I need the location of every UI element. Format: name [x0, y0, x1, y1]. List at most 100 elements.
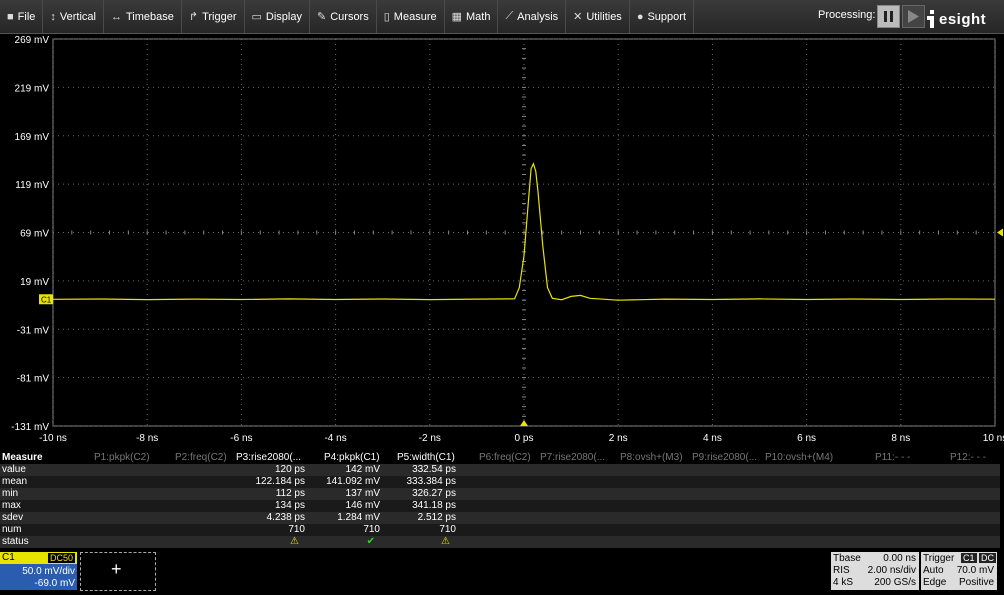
menu-math[interactable]: ▦ Math [445, 0, 499, 33]
trigger-coupling: DC [979, 553, 996, 563]
measure-param-p7[interactable]: P7:rise2080(... [540, 452, 605, 464]
add-trace-button[interactable]: + [80, 552, 156, 591]
measure-row-value: value 120 ps 142 mV 332.54 ps [0, 464, 1000, 476]
menu-label: Cursors [330, 10, 369, 23]
measure-table: Measure P1:pkpk(C2) P2:freq(C2) P3:rise2… [0, 452, 1000, 552]
x-tick-label: -2 ns [419, 433, 441, 444]
pause-icon [884, 11, 887, 22]
measure-param-p8[interactable]: P8:ovsh+(M3) [620, 452, 683, 464]
trigger-descriptor[interactable]: Trigger C1 DC Auto 70.0 mV Edge Positive [921, 552, 997, 590]
measure-param-p9[interactable]: P9:rise2080(... [692, 452, 757, 464]
channel-vdiv: 50.0 mV/div [22, 566, 75, 577]
menu-trigger[interactable]: ↱ Trigger [182, 0, 245, 33]
trigger-title: Trigger [923, 553, 955, 564]
measure-cell-p3: 134 ps [274, 500, 305, 511]
menu-label: Utilities [586, 10, 622, 23]
menu-label: Trigger [202, 10, 237, 23]
play-button[interactable] [902, 5, 925, 28]
menu-timebase[interactable]: ↔ Timebase [104, 0, 182, 33]
menu-label: Display [265, 10, 302, 23]
measure-cell-p5: ⚠ [441, 536, 450, 547]
menu-cursors[interactable]: ✎ Cursors [310, 0, 377, 33]
measure-header-row: Measure P1:pkpk(C2) P2:freq(C2) P3:rise2… [0, 452, 1000, 464]
measure-row-num: num 710 710 710 [0, 524, 1000, 536]
add-icon: + [111, 559, 122, 579]
menu-label: File [17, 10, 36, 23]
x-tick-label: 6 ns [797, 433, 816, 444]
menu-label: Timebase [125, 10, 174, 23]
trigger-level-marker [997, 228, 1003, 237]
timebase-descriptor[interactable]: Tbase 0.00 ns RIS 2.00 ns/div 4 kS 200 G… [831, 552, 919, 590]
y-tick-label: 169 mV [15, 132, 50, 143]
y-tick-label: 119 mV [15, 180, 49, 191]
measure-cell-p3: 120 ps [274, 464, 305, 475]
measure-param-p2[interactable]: P2:freq(C2) [175, 452, 227, 464]
measure-cell-p3: ⚠ [290, 536, 299, 547]
measure-cell-p5: 710 [439, 524, 456, 535]
measure-row-label: min [2, 488, 19, 499]
measure-cell-p4: 1.284 mV [337, 512, 380, 523]
measure-param-p3[interactable]: P3:rise2080(... [236, 452, 301, 464]
channel-c1-descriptor[interactable]: C1 DC50 50.0 mV/div -69.0 mV [0, 552, 77, 590]
measure-cell-p3: 112 ps [275, 488, 305, 499]
measure-param-p4[interactable]: P4:pkpk(C1) [324, 452, 380, 464]
measure-param-p1[interactable]: P1:pkpk(C2) [94, 452, 150, 464]
measure-row-sdev: sdev 4.238 ps 1.284 mV 2.512 ps [0, 512, 1000, 524]
timebase-samples: 4 kS [833, 577, 854, 588]
x-tick-label: 8 ns [891, 433, 910, 444]
channel-marker-label: C1 [41, 295, 52, 304]
measure-param-p11[interactable]: P11:- - - [875, 452, 910, 464]
x-tick-label: -6 ns [230, 433, 252, 444]
trigger-mode: Auto [923, 565, 944, 576]
measure-row-min: min 112 ps 137 mV 326.27 ps [0, 488, 1000, 500]
measure-param-p10[interactable]: P10:ovsh+(M4) [765, 452, 833, 464]
measure-cell-p4: 142 mV [345, 464, 380, 475]
trigger-type: Edge [923, 577, 947, 588]
menu-utilities[interactable]: ✕ Utilities [566, 0, 630, 33]
pause-button[interactable] [877, 5, 900, 28]
logo-text: esight [939, 11, 987, 28]
menu-measure[interactable]: ▯ Measure [377, 0, 445, 33]
measure-row-label: num [2, 524, 22, 535]
measure-row-label: value [2, 464, 26, 475]
menu-support[interactable]: ● Support [630, 0, 694, 33]
timebase-title: Tbase [833, 553, 861, 564]
menu-display[interactable]: ▭ Display [245, 0, 310, 33]
measure-cell-p4: 137 mV [345, 488, 380, 499]
measure-param-p12[interactable]: P12:- - - [950, 452, 986, 464]
trigger-channel: C1 [961, 553, 977, 563]
menu-bar: ■ File ↕ Vertical ↔ Timebase ↱ Trigger ▭ Display ✎… [0, 0, 1004, 34]
x-tick-label: 0 ps [515, 433, 534, 444]
menu-file[interactable]: ■ File [0, 0, 44, 33]
file-icon: ■ [7, 10, 14, 23]
y-tick-label: -31 mV [17, 325, 50, 336]
math-icon: ▦ [451, 11, 462, 23]
measure-cell-p4: 710 [363, 524, 380, 535]
y-tick-label: -131 mV [11, 422, 49, 433]
measure-param-p6[interactable]: P6:freq(C2) [479, 452, 531, 464]
x-tick-label: -10 ns [39, 433, 67, 444]
channel-offset: -69.0 mV [34, 578, 75, 589]
timebase-delay: 0.00 ns [883, 553, 916, 564]
channel-coupling: DC50 [47, 553, 75, 563]
trigger-slope: Positive [958, 577, 994, 588]
menu-analysis[interactable]: ⟋ Analysis [498, 0, 567, 33]
cursors-icon: ✎ [317, 11, 327, 23]
measure-row-max: max 134 ps 146 mV 341.18 ps [0, 500, 1000, 512]
timebase-icon: ↔ [110, 10, 122, 23]
measure-icon: ▯ [383, 11, 390, 23]
measure-title: Measure [2, 452, 43, 463]
waveform-display[interactable]: 269 mV 219 mV 169 mV 119 mV 69 mV 19 mV -31 mV… [0, 33, 1004, 450]
utilities-icon: ✕ [573, 11, 583, 23]
y-tick-label: -81 mV [17, 374, 50, 385]
measure-cell-p4: 146 mV [345, 500, 380, 511]
measure-row-label: max [2, 500, 21, 511]
menu-label: Vertical [59, 10, 96, 23]
measure-cell-p4: 141.092 mV [326, 476, 380, 487]
trigger-icon: ↱ [188, 11, 199, 23]
menu-vertical[interactable]: ↕ Vertical [43, 0, 104, 33]
measure-param-p5[interactable]: P5:width(C1) [397, 452, 455, 464]
y-tick-label: 69 mV [20, 229, 49, 240]
logo: esight [925, 6, 1000, 30]
measure-cell-p3: 122.184 ps [255, 476, 306, 487]
